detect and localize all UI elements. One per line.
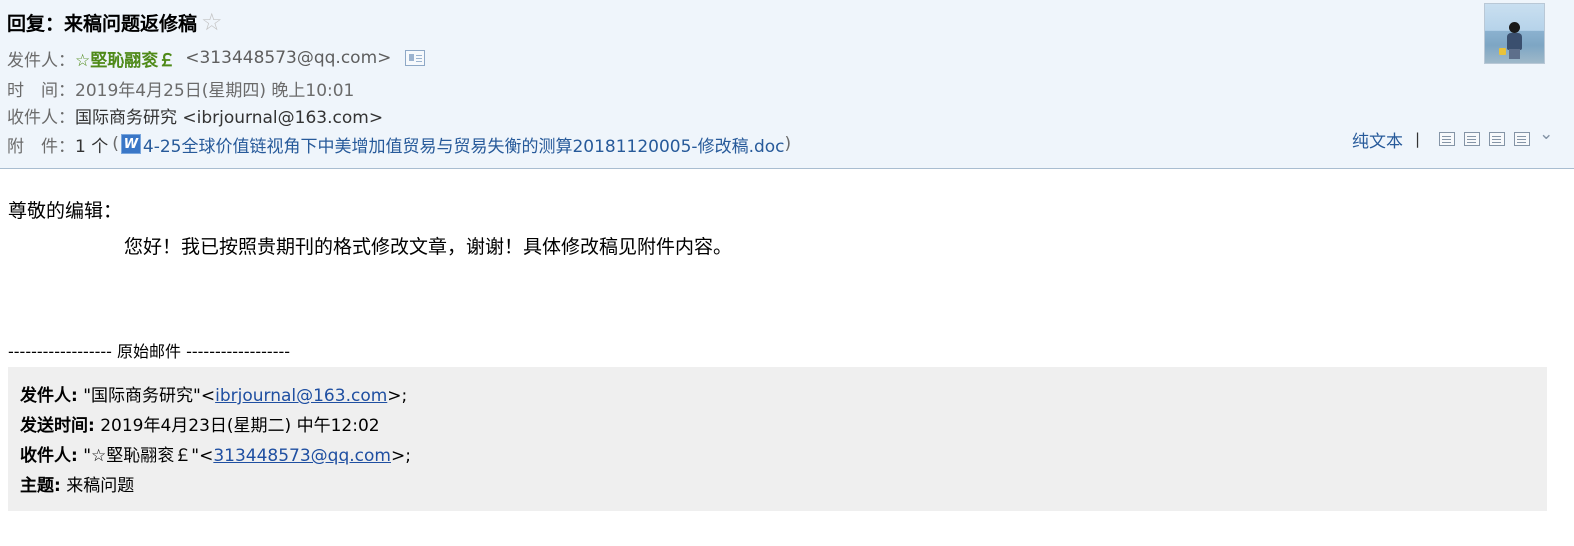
contact-card-icon[interactable] <box>405 50 426 66</box>
quote-subject-row: 主题: 来稿问题 <box>20 471 1547 501</box>
to-label: 收件人： <box>7 107 75 128</box>
recipient[interactable]: 国际商务研究 <ibrjournal@163.com> <box>75 103 383 128</box>
quote-sent-value: 2019年4月23日(星期二) 中午12:02 <box>100 416 380 436</box>
body-content: 您好！我已按照贵期刊的格式修改文章，谢谢！具体修改稿见附件内容。 <box>124 236 733 258</box>
avatar-toy <box>1499 48 1506 55</box>
mail-body: 尊敬的编辑： 您好！我已按照贵期刊的格式修改文章，谢谢！具体修改稿见附件内容。 <box>8 198 732 260</box>
word-doc-icon: W <box>120 134 141 154</box>
download-icon[interactable] <box>1489 132 1506 146</box>
time-row: 时 间： 2019年4月25日(星期四) 晚上10:01 <box>7 76 355 101</box>
toolbar-separator: | <box>1415 130 1421 148</box>
avatar-figure-body <box>1507 33 1522 50</box>
star-icon[interactable]: ☆ <box>201 10 223 34</box>
attachment-label: 附 件： <box>7 136 75 157</box>
attachment-link[interactable]: 4-25全球价值链视角下中美增加值贸易与贸易失衡的测算20181120005-修… <box>143 132 785 157</box>
sender-avatar[interactable] <box>1484 3 1545 64</box>
from-label: 发件人： <box>7 50 75 71</box>
quote-sent-label: 发送时间: <box>20 416 95 436</box>
time-label: 时 间： <box>7 80 75 101</box>
from-row: 发件人： ☆堅恥翮衮￡ <313448573@qq.com> <box>7 46 426 71</box>
quote-from-suffix: >; <box>387 386 408 406</box>
subject-row: 回复：来稿问题返修稿 ☆ <box>7 7 223 37</box>
quote-sent-row: 发送时间: 2019年4月23日(星期二) 中午12:02 <box>20 411 1547 441</box>
avatar-figure-legs <box>1509 49 1520 59</box>
quote-to-name: "☆堅恥翮衮￡"< <box>83 446 214 466</box>
mail-subject: 回复：来稿问题返修稿 <box>7 12 198 35</box>
quote-to-email-link[interactable]: 313448573@qq.com <box>213 446 391 466</box>
quote-subject-value: 来稿问题 <box>66 476 135 496</box>
quote-subject-label: 主题: <box>20 476 61 496</box>
new-window-icon[interactable] <box>1439 132 1456 146</box>
quote-from-name: "国际商务研究"< <box>83 386 216 406</box>
attachment-open-paren: ( <box>112 134 119 154</box>
quote-to-label: 收件人: <box>20 446 78 466</box>
to-row: 收件人： 国际商务研究 <ibrjournal@163.com> <box>7 103 383 128</box>
original-mail-quote: 发件人: "国际商务研究"<ibrjournal@163.com>; 发送时间:… <box>8 367 1547 511</box>
quote-from-email-link[interactable]: ibrjournal@163.com <box>215 386 387 406</box>
quote-to-suffix: >; <box>390 446 411 466</box>
mail-toolbar: 纯文本 | <box>1352 124 1553 152</box>
attachment-row: 附 件： 1 个 ( W 4-25全球价值链视角下中美增加值贸易与贸易失衡的测算… <box>7 132 792 157</box>
original-mail-divider: ------------------ 原始邮件 ----------------… <box>8 342 291 361</box>
print-icon[interactable] <box>1514 132 1531 146</box>
more-chevron-icon[interactable] <box>1539 124 1553 146</box>
attachment-count: 1 个 <box>75 136 109 157</box>
note-icon[interactable] <box>1464 132 1481 146</box>
quote-to-row: 收件人: "☆堅恥翮衮￡"<313448573@qq.com>; <box>20 441 1547 471</box>
attachment-close-paren: ) <box>784 134 792 154</box>
avatar-figure-head <box>1509 22 1520 33</box>
quote-from-row: 发件人: "国际商务研究"<ibrjournal@163.com>; <box>20 381 1547 411</box>
mail-header: 回复：来稿问题返修稿 ☆ 发件人： ☆堅恥翮衮￡ <313448573@qq.c… <box>0 0 1574 169</box>
plain-text-button[interactable]: 纯文本 <box>1352 127 1403 152</box>
quote-from-label: 发件人: <box>20 386 78 406</box>
sender-address: <313448573@qq.com> <box>185 48 392 68</box>
time-value: 2019年4月25日(星期四) 晚上10:01 <box>75 80 355 101</box>
greeting: 尊敬的编辑： <box>8 200 123 222</box>
sender-name[interactable]: ☆堅恥翮衮￡ <box>75 46 175 71</box>
